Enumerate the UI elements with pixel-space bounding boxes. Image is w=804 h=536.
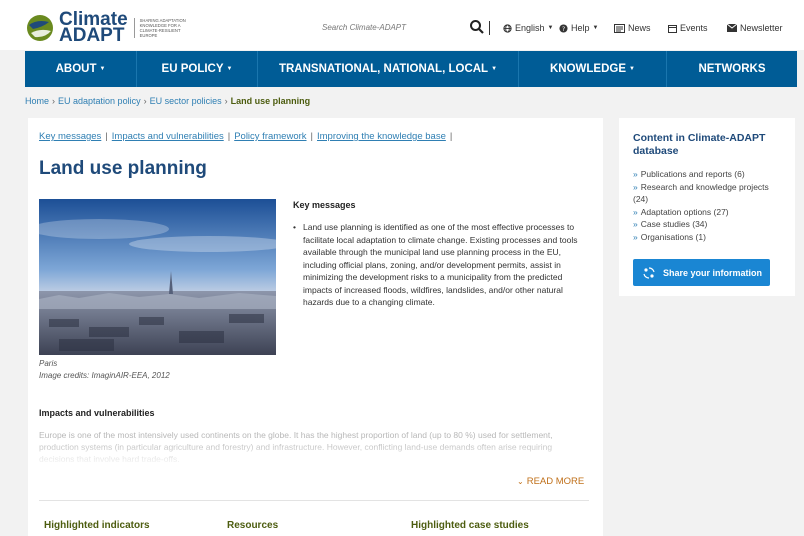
tab-separator: | (310, 131, 313, 142)
list-item[interactable]: » Organisations (1) (633, 231, 785, 244)
chevron-down-icon: ▼ (226, 66, 233, 72)
read-more-label: READ MORE (526, 476, 585, 487)
key-messages-text: Land use planning is identified as one o… (293, 221, 589, 309)
breadcrumb-separator: › (52, 96, 56, 106)
tab-knowledge-base[interactable]: Improving the knowledge base (317, 131, 446, 142)
tab-separator: | (105, 131, 108, 142)
nav-eu-policy[interactable]: EU POLICY ▼ (137, 51, 258, 87)
language-selector[interactable]: English ▼ (503, 23, 553, 33)
sidebar-link-publications[interactable]: Publications and reports (6) (641, 169, 745, 179)
paris-cityscape-image (39, 199, 276, 355)
read-more-button[interactable]: ⌄ READ MORE (517, 476, 584, 487)
events-link[interactable]: Events (668, 23, 708, 33)
sidebar-link-adaptation-options[interactable]: Adaptation options (27) (641, 207, 729, 217)
chevron-down-icon: ⌄ (517, 477, 524, 486)
breadcrumb: Home › EU adaptation policy › EU sector poli… (25, 96, 310, 106)
share-icon (643, 266, 655, 279)
top-header: Climate ADAPT Sharing adaptation knowled… (0, 0, 804, 50)
share-button-label: Share your information (663, 267, 763, 278)
nav-label: TRANSNATIONAL, NATIONAL, LOCAL (278, 63, 489, 75)
highlighted-indicators-heading: Highlighted indicators (44, 520, 150, 531)
main-navigation: ABOUT ▼ EU POLICY ▼ TRANSNATIONAL, NATIONA… (25, 51, 797, 87)
logo-wordmark: Climate ADAPT (59, 10, 128, 46)
nav-label: KNOWLEDGE (550, 63, 627, 75)
tab-separator: | (449, 131, 453, 142)
site-logo[interactable]: Climate ADAPT Sharing adaptation knowled… (25, 10, 194, 46)
events-label: Events (680, 23, 708, 33)
section-tabs: Key messages | Impacts and vulnerabilities… (39, 131, 456, 142)
highlighted-case-studies-heading: Highlighted case studies (411, 520, 529, 531)
newsletter-label: Newsletter (740, 23, 783, 33)
caption-credits: Image credits: ImaginAIR-EEA, 2012 (39, 371, 170, 380)
tab-policy-framework[interactable]: Policy framework (234, 131, 306, 142)
page-title: Land use planning (39, 158, 207, 179)
sidebar-links: » Publications and reports (6) » Research … (633, 168, 785, 243)
news-icon (614, 23, 625, 33)
news-link[interactable]: News (614, 23, 651, 33)
breadcrumb-separator: › (224, 96, 228, 106)
nav-transnational[interactable]: TRANSNATIONAL, NATIONAL, LOCAL ▼ (258, 51, 519, 87)
share-information-button[interactable]: Share your information (633, 259, 770, 286)
globe-icon (503, 23, 512, 33)
double-chevron-icon: » (633, 181, 638, 192)
calendar-icon (668, 24, 677, 33)
double-chevron-icon: » (633, 219, 638, 229)
divider (489, 21, 490, 35)
double-chevron-icon: » (633, 231, 638, 242)
help-icon: ? (559, 23, 568, 33)
nav-networks[interactable]: NETWORKS (667, 51, 797, 87)
breadcrumb-home[interactable]: Home (25, 96, 49, 106)
search-icon (470, 20, 484, 34)
sidebar-link-research-projects[interactable]: Research and knowledge projects (24) (633, 182, 769, 205)
tab-separator: | (227, 131, 231, 142)
nav-label: EU POLICY (161, 63, 224, 75)
caption-title: Paris (39, 359, 58, 368)
breadcrumb-separator: › (143, 96, 147, 106)
list-item[interactable]: » Adaptation options (27) (633, 206, 785, 219)
tab-key-messages[interactable]: Key messages (39, 131, 101, 142)
section-divider (39, 500, 589, 501)
list-item[interactable]: » Case studies (34) (633, 218, 785, 231)
chevron-down-icon: ▼ (99, 66, 106, 72)
nav-label: NETWORKS (698, 63, 766, 75)
logo-tagline: Sharing adaptation knowledge for a clima… (133, 18, 194, 38)
resources-heading: Resources (227, 520, 279, 531)
double-chevron-icon: » (633, 206, 638, 217)
svg-text:?: ? (562, 26, 565, 33)
sidebar-heading: Content in Climate-ADAPT database (633, 132, 766, 157)
envelope-icon (727, 24, 737, 32)
sidebar-link-case-studies[interactable]: Case studies (34) (641, 219, 708, 229)
impacts-heading: Impacts and vulnerabilities (39, 408, 155, 418)
help-menu[interactable]: ? Help ▼ (559, 23, 598, 33)
double-chevron-icon: » (633, 169, 638, 179)
breadcrumb-eu-adaptation-policy[interactable]: EU adaptation policy (58, 96, 141, 106)
main-content: Key messages | Impacts and vulnerabilities… (28, 118, 603, 536)
chevron-down-icon: ▼ (491, 66, 498, 72)
newsletter-link[interactable]: Newsletter (727, 23, 783, 33)
news-label: News (628, 23, 651, 33)
help-label: Help (571, 23, 590, 33)
breadcrumb-eu-sector-policies[interactable]: EU sector policies (150, 96, 222, 106)
nav-label: ABOUT (55, 63, 97, 75)
chevron-down-icon: ▼ (629, 66, 635, 72)
search-input[interactable]: Search Climate-ADAPT (322, 23, 406, 32)
search-button[interactable] (468, 18, 486, 36)
list-item[interactable]: » Publications and reports (6) (633, 168, 785, 181)
image-caption: Paris Image credits: ImaginAIR-EEA, 2012 (39, 358, 170, 382)
chevron-down-icon: ▼ (547, 25, 554, 31)
breadcrumb-current: Land use planning (230, 96, 311, 106)
key-messages-heading: Key messages (293, 200, 356, 210)
database-sidebar: Content in Climate-ADAPT database » Publi… (619, 118, 795, 296)
text-fade-overlay (39, 441, 589, 467)
nav-knowledge[interactable]: KNOWLEDGE ▼ (519, 51, 667, 87)
tab-impacts[interactable]: Impacts and vulnerabilities (112, 131, 224, 142)
language-label: English (515, 23, 545, 33)
chevron-down-icon: ▼ (592, 25, 599, 31)
sidebar-link-organisations[interactable]: Organisations (1) (641, 232, 706, 242)
list-item[interactable]: » Research and knowledge projects (24) (633, 181, 785, 206)
nav-about[interactable]: ABOUT ▼ (25, 51, 137, 87)
globe-logo-icon (25, 13, 55, 43)
logo-line2: ADAPT (59, 25, 125, 46)
